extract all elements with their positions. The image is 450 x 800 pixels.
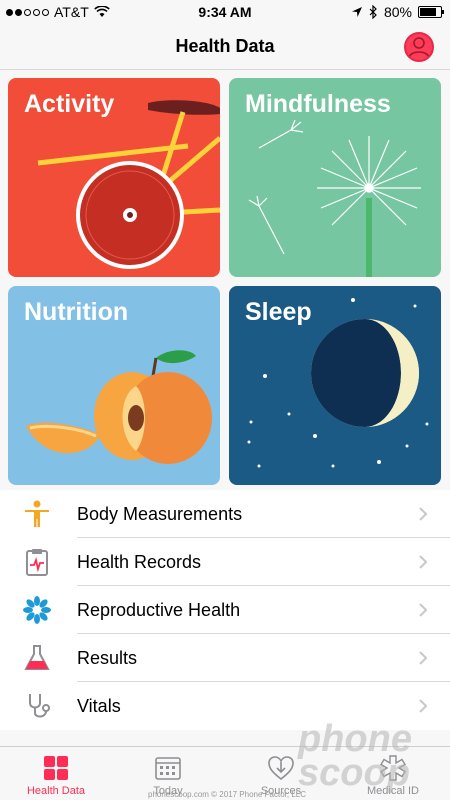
- battery-icon: [418, 6, 444, 18]
- tile-nutrition[interactable]: Nutrition: [8, 286, 220, 485]
- chevron-right-icon: [419, 651, 428, 665]
- chevron-right-icon: [419, 507, 428, 521]
- list-label: Health Records: [77, 552, 202, 572]
- chevron-right-icon: [419, 555, 428, 569]
- body-figure-icon: [25, 500, 49, 527]
- flower-icon: [23, 596, 51, 624]
- category-list: Body Measurements Health Records Reprodu…: [0, 490, 450, 730]
- chevron-right-icon: [419, 699, 428, 713]
- location-arrow-icon: [351, 7, 362, 17]
- tile-mindfulness[interactable]: Mindfulness: [229, 78, 441, 277]
- list-item-body-measurements[interactable]: Body Measurements: [0, 490, 450, 538]
- tab-bar: Health Data Today Sources Medical ID: [0, 746, 450, 800]
- asterisk-icon: [380, 755, 406, 781]
- list-label: Body Measurements: [77, 504, 243, 524]
- nav-bar: Health Data: [0, 24, 450, 70]
- tile-label-activity: Activity: [24, 90, 115, 118]
- category-tiles: Activity Mindfulness Nutrition Sleep: [8, 78, 442, 486]
- list-item-vitals[interactable]: Vitals: [0, 682, 450, 730]
- tab-label: Today: [153, 785, 183, 797]
- tab-sources[interactable]: Sources: [225, 747, 337, 800]
- tab-label: Health Data: [26, 785, 86, 797]
- tab-today[interactable]: Today: [112, 747, 224, 800]
- tile-label-nutrition: Nutrition: [24, 298, 129, 326]
- profile-icon: [408, 37, 430, 59]
- battery-percent: 80%: [383, 4, 412, 20]
- page-title: Health Data: [175, 36, 275, 56]
- list-item-results[interactable]: Results: [0, 634, 450, 682]
- tile-label-mindfulness: Mindfulness: [245, 90, 391, 118]
- status-bar: AT&T 9:34 AM 80%: [0, 0, 450, 24]
- flask-icon: [24, 645, 50, 670]
- profile-button[interactable]: [404, 32, 434, 62]
- chevron-right-icon: [419, 603, 428, 617]
- clipboard-icon: [26, 549, 48, 576]
- list-item-health-records[interactable]: Health Records: [0, 538, 450, 586]
- list-label: Reproductive Health: [77, 600, 241, 620]
- download-heart-icon: [268, 756, 294, 781]
- bluetooth-icon: [369, 5, 377, 19]
- grid-icon: [44, 756, 68, 780]
- tile-sleep[interactable]: Sleep: [229, 286, 441, 485]
- calendar-icon: [155, 757, 181, 780]
- list-label: Results: [77, 648, 138, 668]
- status-right: 80%: [351, 4, 444, 20]
- tile-label-sleep: Sleep: [245, 298, 312, 326]
- list-label: Vitals: [77, 696, 121, 716]
- tile-activity[interactable]: Activity: [8, 78, 220, 277]
- list-item-reproductive-health[interactable]: Reproductive Health: [0, 586, 450, 634]
- stethoscope-icon: [29, 694, 50, 718]
- tab-label: Sources: [260, 785, 302, 797]
- tab-health-data[interactable]: Health Data: [0, 747, 112, 800]
- tab-label: Medical ID: [367, 785, 419, 797]
- tab-medical-id[interactable]: Medical ID: [337, 747, 449, 800]
